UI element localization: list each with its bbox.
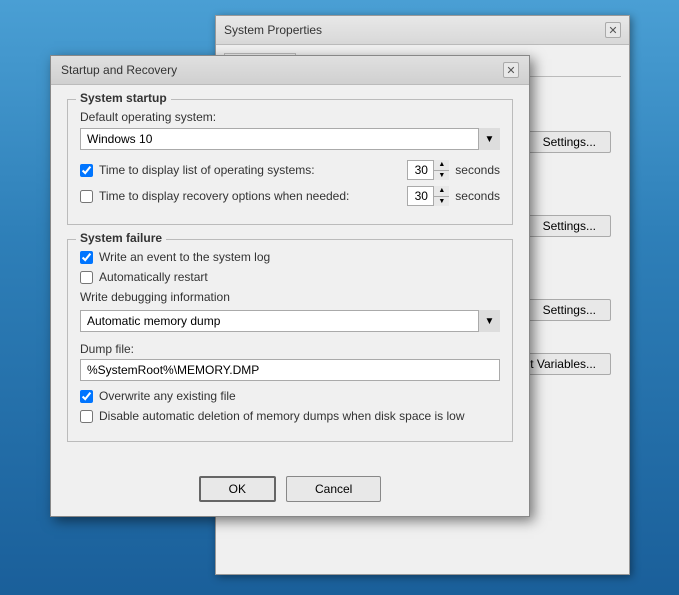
system-props-titlebar: System Properties ✕ bbox=[216, 16, 629, 45]
system-props-close-button[interactable]: ✕ bbox=[605, 22, 621, 38]
settings-button-2[interactable]: Settings... bbox=[528, 215, 611, 237]
startup-recovery-dialog: Startup and Recovery ✕ System startup De… bbox=[50, 55, 530, 517]
display-recovery-label: Time to display recovery options when ne… bbox=[99, 189, 349, 203]
default-os-select[interactable]: Windows 10 bbox=[80, 128, 500, 150]
debug-info-select[interactable]: Automatic memory dump bbox=[80, 310, 500, 332]
display-recovery-unit: seconds bbox=[455, 189, 500, 203]
display-list-checkbox[interactable] bbox=[80, 164, 93, 177]
display-list-row: Time to display list of operating system… bbox=[80, 160, 500, 180]
display-list-label: Time to display list of operating system… bbox=[99, 163, 315, 177]
system-startup-group: System startup Default operating system:… bbox=[67, 99, 513, 225]
system-failure-group: System failure Write an event to the sys… bbox=[67, 239, 513, 442]
auto-restart-row: Automatically restart bbox=[80, 270, 500, 284]
dump-file-label: Dump file: bbox=[80, 342, 500, 356]
overwrite-label: Overwrite any existing file bbox=[99, 389, 236, 403]
display-recovery-num-wrap: ▲ ▼ bbox=[407, 186, 449, 206]
disable-auto-delete-label: Disable automatic deletion of memory dum… bbox=[99, 409, 465, 423]
system-failure-label: System failure bbox=[76, 231, 166, 245]
default-os-select-wrap: Windows 10 ▼ bbox=[80, 128, 500, 150]
display-recovery-spin-down[interactable]: ▼ bbox=[434, 197, 449, 207]
auto-restart-label: Automatically restart bbox=[99, 270, 208, 284]
display-recovery-seconds-wrap: ▲ ▼ seconds bbox=[407, 186, 500, 206]
disable-auto-delete-row: Disable automatic deletion of memory dum… bbox=[80, 409, 500, 423]
display-list-seconds-wrap: ▲ ▼ seconds bbox=[407, 160, 500, 180]
display-recovery-checkbox[interactable] bbox=[80, 190, 93, 203]
display-list-spinners: ▲ ▼ bbox=[433, 160, 449, 180]
dialog-body: System startup Default operating system:… bbox=[51, 85, 529, 468]
display-list-unit: seconds bbox=[455, 163, 500, 177]
dialog-title: Startup and Recovery bbox=[61, 63, 177, 77]
default-os-label: Default operating system: bbox=[80, 110, 500, 124]
dialog-titlebar: Startup and Recovery ✕ bbox=[51, 56, 529, 85]
disable-auto-delete-checkbox[interactable] bbox=[80, 410, 93, 423]
write-event-row: Write an event to the system log bbox=[80, 250, 500, 264]
system-props-title: System Properties bbox=[224, 23, 322, 37]
display-list-spin-up[interactable]: ▲ bbox=[434, 160, 449, 171]
dump-file-input[interactable] bbox=[80, 359, 500, 381]
settings-button-1[interactable]: Settings... bbox=[528, 131, 611, 153]
overwrite-row: Overwrite any existing file bbox=[80, 389, 500, 403]
cancel-button[interactable]: Cancel bbox=[286, 476, 381, 502]
dialog-close-button[interactable]: ✕ bbox=[503, 62, 519, 78]
dialog-footer: OK Cancel bbox=[51, 468, 529, 516]
write-event-label: Write an event to the system log bbox=[99, 250, 270, 264]
settings-button-3[interactable]: Settings... bbox=[528, 299, 611, 321]
write-event-checkbox[interactable] bbox=[80, 251, 93, 264]
display-list-num-wrap: ▲ ▼ bbox=[407, 160, 449, 180]
auto-restart-checkbox[interactable] bbox=[80, 271, 93, 284]
debug-select-wrap: Automatic memory dump ▼ bbox=[80, 310, 500, 332]
display-recovery-spinners: ▲ ▼ bbox=[433, 186, 449, 206]
system-startup-label: System startup bbox=[76, 91, 171, 105]
display-recovery-spin-up[interactable]: ▲ bbox=[434, 186, 449, 197]
overwrite-checkbox[interactable] bbox=[80, 390, 93, 403]
display-recovery-row: Time to display recovery options when ne… bbox=[80, 186, 500, 206]
display-list-spin-down[interactable]: ▼ bbox=[434, 171, 449, 181]
debug-info-label: Write debugging information bbox=[80, 290, 500, 304]
ok-button[interactable]: OK bbox=[199, 476, 276, 502]
